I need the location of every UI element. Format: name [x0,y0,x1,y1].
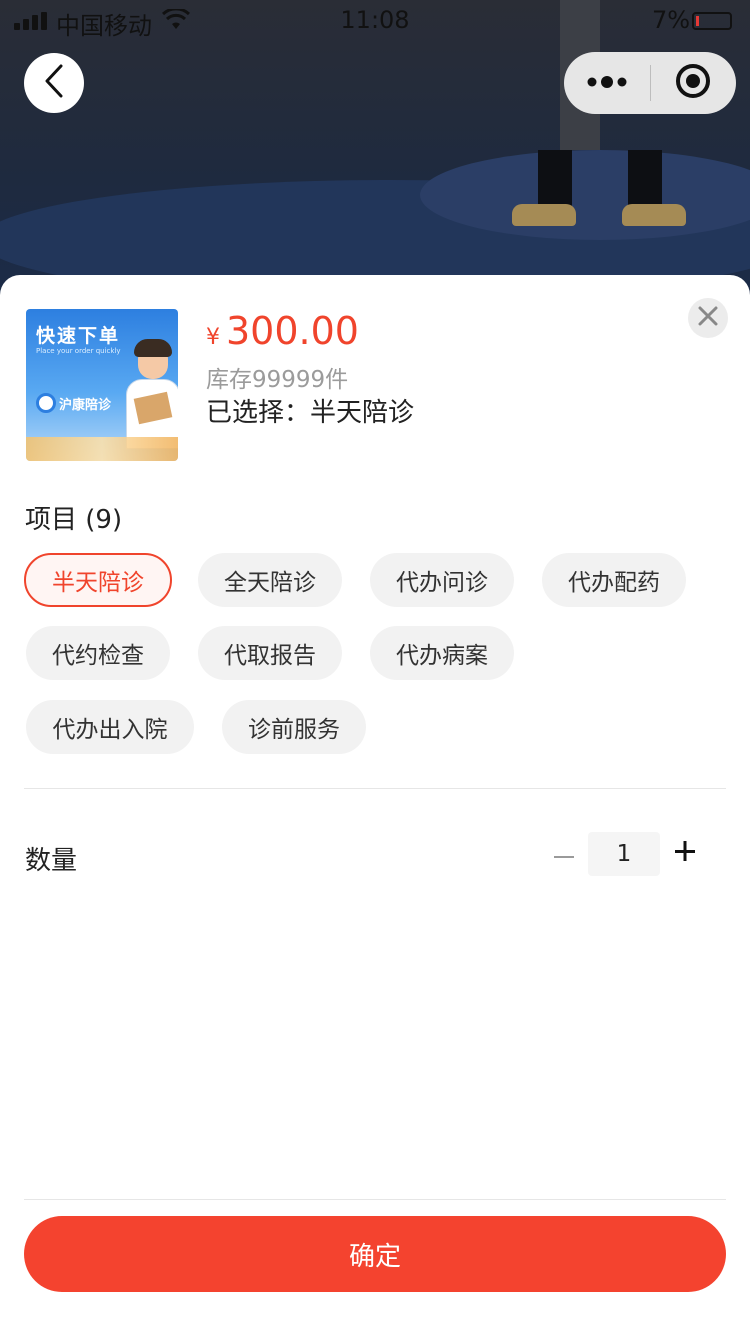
battery-percent: 7% [652,6,691,34]
more-dots-icon [587,74,627,93]
close-button[interactable] [688,298,728,338]
option-chip[interactable]: 代办配药 [542,553,686,607]
product-image-subtitle: Place your order quickly [36,347,121,355]
quantity-input[interactable]: 1 [588,832,660,876]
more-button[interactable] [564,52,650,114]
status-bar: 中国移动 11:08 7% [0,0,750,40]
minus-icon [554,844,574,863]
back-button[interactable] [24,53,84,113]
close-icon [698,306,718,330]
option-chip[interactable]: 诊前服务 [222,700,366,754]
decrease-button[interactable] [548,833,580,873]
selected-option-text: 已选择：半天陪诊 [206,398,415,428]
options-title: 项目 (9) [25,505,123,535]
background-figure-shoe [512,204,576,226]
product-image-title: 快速下单 [36,325,121,347]
background-figure-shoe [622,204,686,226]
stock-text: 库存99999件 [206,367,349,393]
product-image-brand: 沪康陪诊 [36,393,111,413]
product-image-brand-text: 沪康陪诊 [59,397,112,413]
doctor-illustration [134,339,172,357]
option-chip[interactable]: 代取报告 [198,626,342,680]
option-chip[interactable]: 代约检查 [26,626,170,680]
status-time: 11:08 [340,6,410,34]
brand-logo-icon [36,393,56,413]
option-chip[interactable]: 代办问诊 [370,553,514,607]
quantity-label: 数量 [25,846,78,876]
plus-icon [675,841,695,865]
sku-selection-sheet: 快速下单 Place your order quickly 沪康陪诊 ¥ 300… [0,275,750,1334]
image-decoration [26,437,178,461]
product-image: 快速下单 Place your order quickly 沪康陪诊 [26,309,178,461]
target-icon [675,63,711,103]
option-chip[interactable]: 代办出入院 [26,700,194,754]
price-value: 300.00 [226,309,359,353]
currency-symbol: ¥ [206,325,220,350]
option-chip[interactable]: 代办病案 [370,626,514,680]
increase-button[interactable] [669,833,701,873]
close-mini-program-button[interactable] [651,52,735,114]
chevron-left-icon [43,64,65,102]
battery-icon [692,12,732,30]
product-price: ¥ 300.00 [206,309,359,353]
background-page [0,0,750,300]
confirm-button[interactable]: 确定 [24,1216,726,1292]
option-chip[interactable]: 全天陪诊 [198,553,342,607]
mini-program-capsule [564,52,736,114]
divider [24,1199,726,1200]
option-chip-active[interactable]: 半天陪诊 [24,553,172,607]
divider [24,788,726,789]
